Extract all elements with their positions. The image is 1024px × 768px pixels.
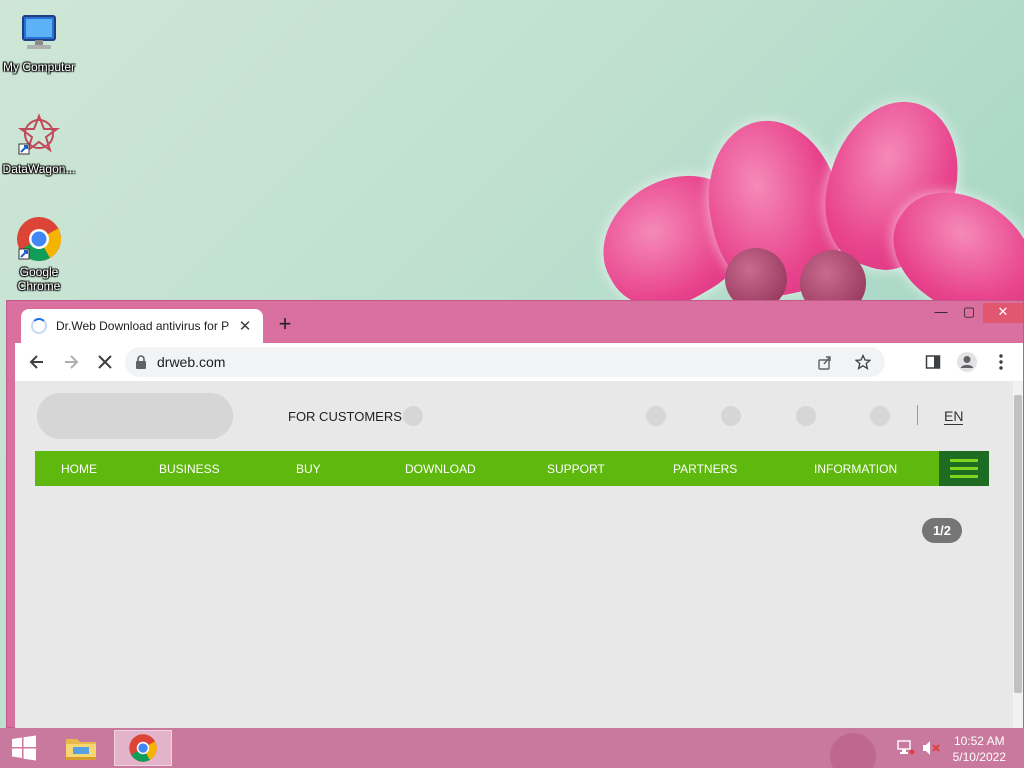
clock-time: 10:52 AM	[953, 734, 1005, 748]
language-selector[interactable]: EN	[944, 408, 964, 425]
desktop-icon-datawagon[interactable]: DataWagon...	[1, 112, 77, 176]
hamburger-menu-button[interactable]	[939, 451, 989, 486]
browser-toolbar: drweb.com	[15, 343, 1023, 381]
header-icon-placeholder[interactable]	[646, 406, 666, 426]
nav-information[interactable]: INFORMATION	[814, 462, 897, 476]
side-panel-button[interactable]	[919, 347, 947, 377]
browser-window: Dr.Web Download antivirus for P ✕ + — ▢ …	[6, 300, 1024, 729]
stop-icon	[98, 355, 112, 369]
header-icon-placeholder[interactable]	[870, 406, 890, 426]
forward-icon	[65, 355, 79, 369]
forward-button[interactable]	[55, 346, 87, 378]
computer-icon	[15, 10, 63, 58]
header-icon-placeholder[interactable]	[796, 406, 816, 426]
share-icon	[818, 356, 831, 370]
stop-button[interactable]	[89, 346, 121, 378]
tab-title: Dr.Web Download antivirus for P	[56, 319, 230, 333]
taskbar-file-explorer[interactable]	[52, 730, 110, 766]
browser-titlebar[interactable]: Dr.Web Download antivirus for P ✕ + — ▢ …	[7, 301, 1023, 343]
nav-business[interactable]: BUSINESS	[159, 462, 220, 476]
share-button[interactable]	[811, 351, 839, 373]
browser-menu-button[interactable]	[987, 347, 1015, 377]
loading-icon-placeholder	[403, 406, 423, 426]
nav-home[interactable]: HOME	[61, 462, 97, 476]
loading-spinner-icon	[31, 318, 47, 334]
clock-date: 5/10/2022	[952, 750, 1006, 764]
bookmark-star-icon	[855, 354, 871, 370]
wallpaper-flower	[560, 90, 1024, 310]
minimize-button[interactable]: —	[927, 303, 955, 323]
nav-download[interactable]: DOWNLOAD	[405, 462, 476, 476]
desktop-icon-my-computer[interactable]: My Computer	[1, 10, 77, 74]
nav-buy[interactable]: BUY	[296, 462, 321, 476]
url-text: drweb.com	[157, 354, 226, 370]
desktop-icon-label: DataWagon...	[2, 162, 76, 176]
new-tab-button[interactable]: +	[275, 313, 295, 335]
chrome-icon	[129, 734, 157, 762]
header-divider	[917, 405, 918, 425]
desktop-icon-label: My Computer	[2, 60, 76, 74]
page-content: FOR CUSTOMERS EN HOME BUSINESS BUY DOWNL…	[15, 381, 1015, 729]
profile-icon	[957, 352, 977, 372]
tab-close-button[interactable]: ✕	[237, 317, 253, 335]
windows-logo-icon	[12, 735, 36, 761]
network-icon[interactable]	[897, 740, 915, 756]
site-logo-placeholder[interactable]	[37, 393, 233, 439]
start-button[interactable]	[0, 728, 48, 768]
hamburger-icon	[950, 459, 978, 462]
browser-tab[interactable]: Dr.Web Download antivirus for P ✕	[21, 309, 263, 343]
close-window-button[interactable]: ✕	[983, 303, 1023, 323]
tray-overflow-blob	[830, 733, 876, 768]
page-scrollbar[interactable]	[1013, 381, 1023, 729]
lock-icon	[136, 355, 146, 369]
back-icon	[29, 355, 43, 369]
desktop-icon-google-chrome[interactable]: Google Chrome	[1, 215, 77, 293]
file-explorer-icon	[66, 739, 96, 760]
desktop-icon-label: Google Chrome	[17, 265, 61, 293]
address-bar[interactable]: drweb.com	[125, 347, 885, 377]
taskbar: 10:52 AM 5/10/2022	[0, 728, 1024, 768]
nav-partners[interactable]: PARTNERS	[673, 462, 737, 476]
for-customers-link[interactable]: FOR CUSTOMERS	[288, 409, 402, 424]
main-navigation: HOME BUSINESS BUY DOWNLOAD SUPPORT PARTN…	[35, 451, 989, 486]
scrollbar-thumb[interactable]	[1014, 395, 1022, 693]
back-button[interactable]	[21, 346, 53, 378]
maximize-button[interactable]: ▢	[955, 303, 983, 323]
slider-pager[interactable]: 1/2	[922, 518, 962, 543]
taskbar-chrome[interactable]	[114, 730, 172, 766]
side-panel-icon	[925, 355, 941, 369]
volume-muted-icon[interactable]	[922, 740, 940, 756]
datawagon-icon	[15, 112, 63, 160]
header-icon-placeholder[interactable]	[721, 406, 741, 426]
menu-icon	[999, 354, 1003, 370]
bookmark-button[interactable]	[849, 351, 877, 373]
profile-button[interactable]	[953, 347, 981, 377]
nav-support[interactable]: SUPPORT	[547, 462, 605, 476]
taskbar-clock[interactable]: 10:52 AM 5/10/2022	[953, 733, 1006, 765]
chrome-icon	[15, 215, 63, 263]
